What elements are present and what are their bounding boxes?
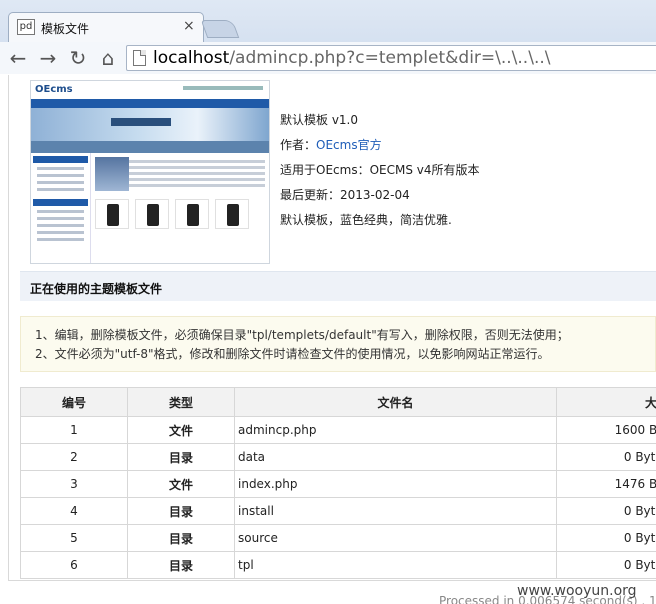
new-tab-button[interactable] [200,20,240,38]
template-updated: 最后更新：2013-02-04 [280,188,410,202]
thumbnail-sidebar-head [33,199,88,206]
notice-box: 1、编辑，删除模板文件，必须确保目录"tpl/templets/default"… [20,316,656,372]
thumbnail-line [37,224,84,227]
thumbnail-line [37,181,84,184]
cell-filename[interactable]: index.php [234,470,557,498]
column-header-type: 类型 [127,387,235,417]
cell-type[interactable]: 目录 [127,524,235,552]
thumbnail-products [95,191,265,229]
cell-type[interactable]: 目录 [127,443,235,471]
thumbnail-slogan [183,86,263,90]
cell-filename[interactable]: data [234,443,557,471]
thumbnail-product [175,199,209,229]
thumbnail-sidebar [31,153,91,263]
close-icon[interactable]: × [183,18,195,34]
thumbnail-line [37,167,84,170]
cell-type[interactable]: 目录 [127,497,235,525]
cell-size: 0 Bytes [556,443,656,471]
cell-number: 4 [20,497,128,525]
cell-size: 1600 Byt [556,416,656,444]
cell-type: 文件 [127,470,235,498]
url-host: localhost [153,48,230,68]
template-info: 默认模板 v1.0 作者：OEcms官方 适用于OEcms：OECMS v4所有… [280,111,480,236]
notice-line-1: 1、编辑，删除模板文件，必须确保目录"tpl/templets/default"… [35,328,569,342]
cell-size: 0 Bytes [556,551,656,579]
address-bar[interactable]: localhost/admincp.php?c=templet&dir=\..\… [126,45,656,71]
author-link[interactable]: OEcms官方 [316,138,382,152]
cell-filename[interactable]: source [234,524,557,552]
author-label: 作者： [280,138,317,152]
cell-number: 5 [20,524,128,552]
cell-number: 1 [20,416,128,444]
cell-size: 0 Bytes [556,524,656,552]
browser-tab[interactable]: pd 模板文件 × [8,12,204,42]
table-row[interactable]: 2 目录 data 0 Bytes [20,443,656,471]
thumbnail-header: OEcms [31,81,269,99]
template-thumbnail: OEcms [30,80,270,264]
home-icon[interactable]: ⌂ [96,46,120,70]
template-author: 作者：OEcms官方 [280,136,480,161]
template-compat: 适用于OEcms：OECMS v4所有版本 [280,163,480,177]
page-content: OEcms 默认模板 v1.0 作者：OEcms官方 适用于OEcms：OECM… [0,75,656,604]
cell-size: 1476 Byt [556,470,656,498]
thumbnail-photo [95,157,129,191]
thumbnail-line [37,210,84,213]
cell-type[interactable]: 目录 [127,551,235,579]
template-name: 默认模板 v1.0 [280,113,359,127]
cell-number: 6 [20,551,128,579]
file-table: 编号 类型 文件名 大小 1 文件 admincp.php 1600 Byt 2… [20,387,656,579]
column-header-filename: 文件名 [234,387,557,417]
section-title: 正在使用的主题模板文件 [20,271,656,301]
cell-number: 3 [20,470,128,498]
thumbnail-body [31,153,269,263]
thumbnail-logo: OEcms [35,84,73,95]
watermark-text: www.wooyun.org [517,583,637,599]
thumbnail-sidebar-head [33,156,88,163]
thumbnail-line [37,188,84,191]
notice-line-2: 2、文件必须为"utf-8"格式，修改和删除文件时请检查文件的使用情况，以免影响… [35,347,550,361]
tab-title: 模板文件 [41,22,90,36]
cell-size: 0 Bytes [556,497,656,525]
cell-number: 2 [20,443,128,471]
cell-type: 文件 [127,416,235,444]
table-row[interactable]: 4 目录 install 0 Bytes [20,497,656,525]
column-header-number: 编号 [20,387,128,417]
table-header-row: 编号 类型 文件名 大小 [20,387,656,417]
template-description: 默认模板，蓝色经典，简洁优雅. [280,213,452,227]
browser-chrome: pd 模板文件 × ← → ↻ ⌂ localhost/admincp.php?… [0,0,656,74]
reload-icon[interactable]: ↻ [66,46,90,70]
table-row[interactable]: 1 文件 admincp.php 1600 Byt [20,416,656,444]
url-text: localhost/admincp.php?c=templet&dir=\..\… [153,48,550,68]
thumbnail-banner [31,108,269,153]
page-favicon-icon: pd [17,19,35,35]
thumbnail-line [37,238,84,241]
back-arrow-icon[interactable]: ← [6,46,30,70]
forward-arrow-icon[interactable]: → [36,46,60,70]
thumbnail-line [37,174,84,177]
table-row[interactable]: 5 目录 source 0 Bytes [20,524,656,552]
thumbnail-main [91,153,269,263]
footer-divider [8,580,656,581]
cell-filename[interactable]: admincp.php [234,416,557,444]
thumbnail-nav [31,99,269,108]
thumbnail-product [215,199,249,229]
cell-filename[interactable]: tpl [234,551,557,579]
table-row[interactable]: 3 文件 index.php 1476 Byt [20,470,656,498]
url-path: /admincp.php?c=templet&dir=\..\..\..\ [229,48,551,68]
frame-border [8,75,9,580]
column-header-size: 大小 [556,387,656,417]
page-icon [133,50,146,66]
thumbnail-product [135,199,169,229]
thumbnail-product [95,199,129,229]
navigation-bar: ← → ↻ ⌂ localhost/admincp.php?c=templet&… [0,42,656,74]
table-row[interactable]: 6 目录 tpl 0 Bytes [20,551,656,579]
thumbnail-line [37,231,84,234]
cell-filename[interactable]: install [234,497,557,525]
thumbnail-line [37,217,84,220]
